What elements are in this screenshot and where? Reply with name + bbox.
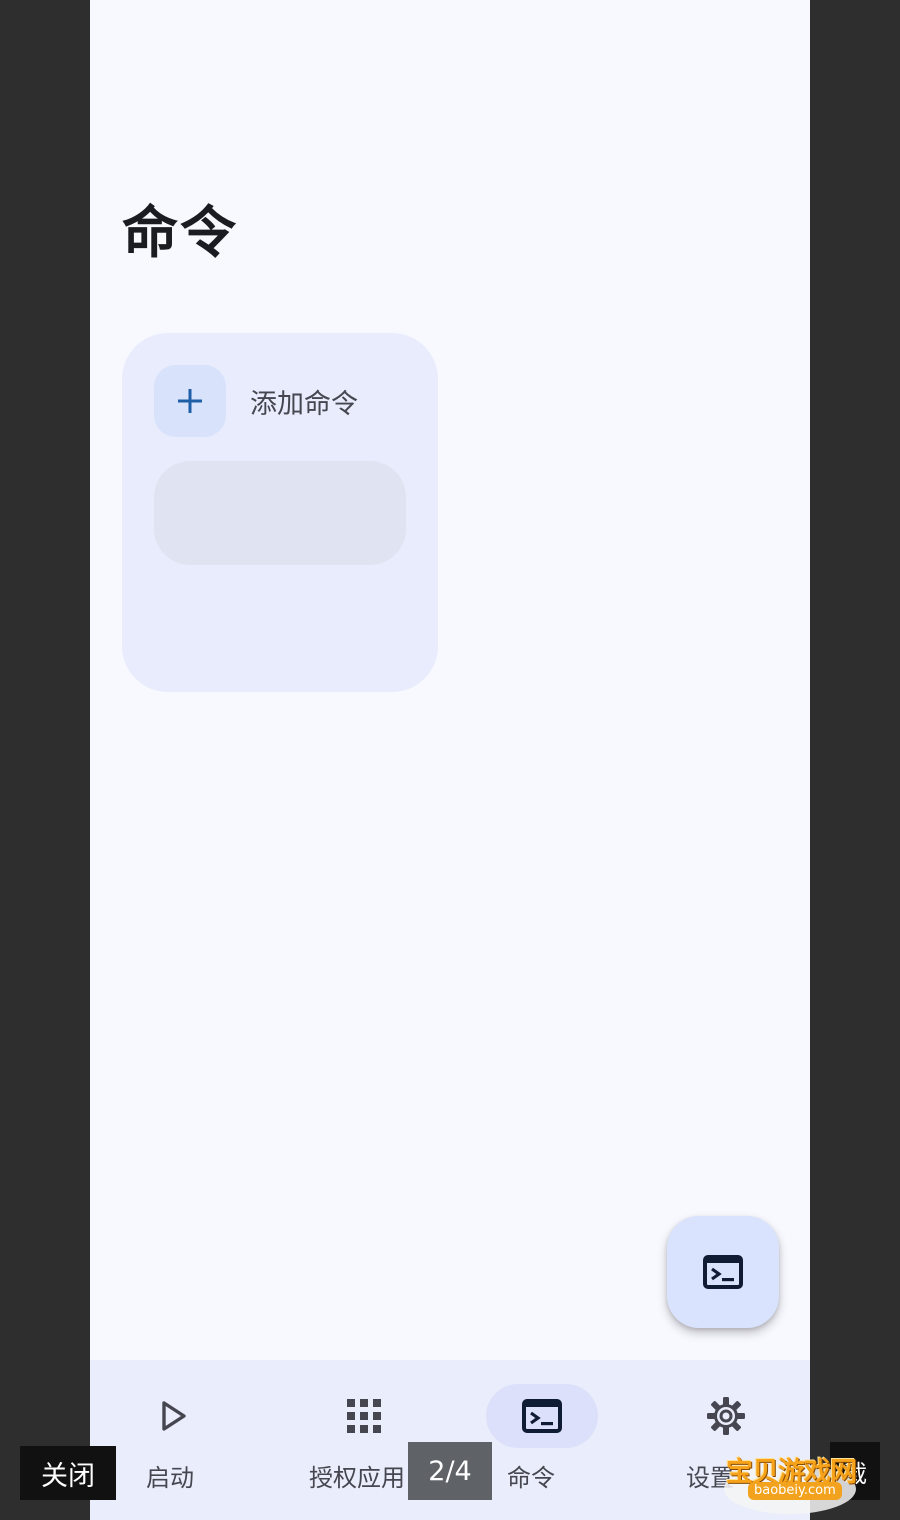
image-counter: 2/4 [408,1442,492,1500]
plus-icon [178,389,202,413]
gear-icon [707,1397,745,1435]
app-screen: 命令 添加命令 启动 授权应用 命令 设置 [90,0,810,1520]
terminal-fab-button[interactable] [667,1216,779,1328]
apps-grid-icon [347,1399,381,1433]
add-command-button[interactable]: 添加命令 [154,365,358,437]
command-placeholder-row [154,461,406,565]
nav-icon-pill-active [486,1384,598,1448]
page-title: 命令 [122,201,238,266]
add-command-label: 添加命令 [250,388,358,420]
play-icon [162,1401,186,1431]
site-watermark: 宝贝游戏网 baobeiy.com [720,1434,870,1520]
nav-icon-pill [118,1384,230,1448]
terminal-icon [522,1399,562,1433]
terminal-icon [703,1255,743,1289]
viewer-close-button[interactable]: 关闭 [20,1446,116,1500]
add-icon-container [154,365,226,437]
command-card: 添加命令 [122,333,438,692]
watermark-url: baobeiy.com [748,1482,842,1500]
nav-icon-pill [308,1384,420,1448]
nav-item-start[interactable]: 启动 [90,1360,270,1520]
